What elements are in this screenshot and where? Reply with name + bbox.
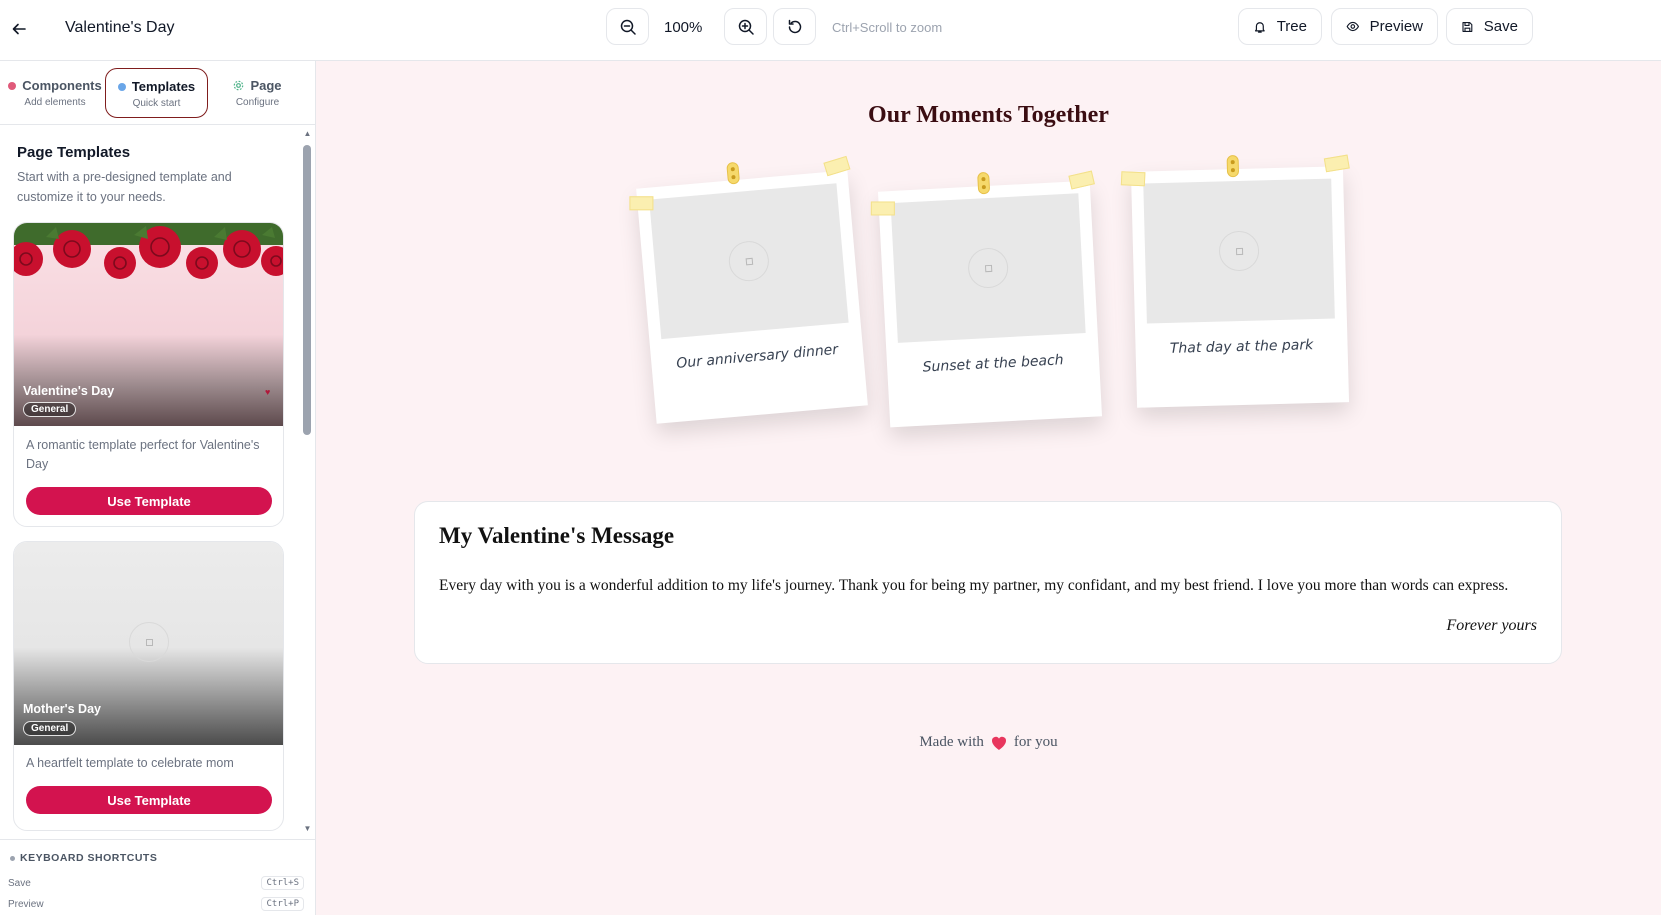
photo-caption: Our anniversary dinner — [675, 341, 839, 372]
tape-decoration — [1323, 154, 1350, 173]
shortcut-keys: Ctrl+S — [261, 876, 304, 890]
panel-description: Start with a pre-designed template and c… — [17, 170, 232, 204]
template-thumbnail: Mother's Day General — [14, 542, 283, 745]
scroll-up-icon[interactable]: ▲ — [303, 129, 312, 138]
arrow-left-icon — [12, 23, 26, 35]
image-placeholder-icon — [129, 622, 169, 662]
shortcut-label: Save — [8, 878, 31, 889]
moments-title: Our Moments Together — [868, 102, 1109, 128]
tab-sublabel: Quick start — [132, 98, 181, 109]
photo-placeholder — [649, 183, 849, 340]
zoom-in-button[interactable] — [724, 8, 767, 45]
photo-card[interactable]: That day at the park — [1120, 154, 1350, 408]
footer-text-before: Made with — [919, 734, 984, 750]
template-description: A romantic template perfect for Valentin… — [26, 438, 260, 471]
photo-card[interactable]: Our anniversary dinner — [629, 155, 868, 424]
image-placeholder-icon — [967, 247, 1010, 290]
preview-button[interactable]: Preview — [1331, 8, 1438, 45]
bell-icon — [1254, 21, 1265, 33]
scroll-down-icon[interactable]: ▼ — [303, 824, 312, 833]
reset-zoom-button[interactable] — [773, 8, 816, 45]
template-name: Mother's Day — [23, 702, 101, 716]
tab-label: Components — [22, 78, 102, 93]
zoom-out-icon — [620, 19, 636, 35]
tape-decoration — [1068, 170, 1095, 190]
photo-caption: Sunset at the beach — [922, 352, 1064, 376]
sidebar: Components Add elements Templates Quick … — [0, 61, 316, 915]
template-name: Valentine's Day — [23, 384, 115, 398]
save-label: Save — [1483, 18, 1518, 35]
heart-icon — [991, 736, 1006, 750]
use-template-button[interactable]: Use Template — [26, 487, 272, 515]
shortcut-label: Preview — [8, 899, 44, 910]
pin-icon — [726, 161, 741, 185]
footer-text-after: for you — [1013, 734, 1058, 750]
scrollbar-thumb[interactable] — [303, 145, 311, 435]
shortcuts-title: KEYBOARD SHORTCUTS — [20, 852, 158, 864]
roses-image — [14, 223, 283, 279]
tab-templates[interactable]: Templates Quick start — [105, 68, 208, 118]
tab-label: Page — [250, 78, 282, 93]
tape-decoration — [870, 201, 895, 216]
pin-icon — [977, 171, 991, 195]
zoom-level: 100% — [664, 19, 703, 36]
templates-dot-icon — [117, 82, 126, 91]
message-title: My Valentine's Message — [439, 523, 675, 548]
tab-sublabel: Configure — [235, 97, 280, 108]
zoom-out-button[interactable] — [606, 8, 649, 45]
components-dot-icon — [8, 81, 17, 90]
template-thumbnail: ♥ Valentine's Day General — [14, 223, 283, 426]
tape-decoration — [823, 155, 851, 177]
top-bar: Valentine's Day 100% Ctrl+Scroll to zoom… — [0, 0, 1661, 61]
page-footer: Made with for you — [316, 734, 1661, 751]
tab-sublabel: Add elements — [24, 97, 86, 108]
zoom-hint: Ctrl+Scroll to zoom — [832, 20, 943, 35]
document-title: Valentine's Day — [65, 19, 175, 36]
photo-caption: That day at the park — [1169, 337, 1314, 357]
tape-decoration — [1120, 171, 1146, 187]
message-card[interactable]: My Valentine's Message Every day with yo… — [414, 501, 1562, 664]
eye-icon — [1346, 21, 1360, 32]
pin-icon — [1226, 154, 1240, 178]
back-button[interactable] — [6, 16, 32, 42]
photo-card[interactable]: Sunset at the beach — [870, 170, 1103, 428]
photo-placeholder — [1143, 178, 1335, 324]
tree-button[interactable]: Tree — [1238, 8, 1322, 45]
use-template-button[interactable]: Use Template — [26, 786, 272, 814]
tab-components[interactable]: Components Add elements — [4, 68, 106, 118]
template-card-valentines[interactable]: ♥ Valentine's Day General A romantic tem… — [13, 222, 284, 527]
keyboard-shortcuts: KEYBOARD SHORTCUTS Save Ctrl+S Preview C… — [0, 839, 315, 915]
bullet-icon — [10, 855, 15, 861]
panel-title: Page Templates — [17, 144, 131, 161]
image-placeholder-icon — [1218, 230, 1260, 272]
message-body: Every day with you is a wonderful additi… — [439, 577, 1509, 594]
save-icon — [1462, 21, 1473, 32]
editor-canvas[interactable]: Our Moments Together Our anniversary din… — [316, 61, 1661, 915]
template-badge: General — [23, 721, 77, 736]
gear-icon — [234, 80, 244, 91]
shortcut-row: Save Ctrl+S — [8, 876, 304, 890]
tree-label: Tree — [1276, 18, 1307, 35]
image-placeholder-icon — [727, 239, 771, 283]
tape-decoration — [629, 196, 654, 211]
tab-label: Templates — [131, 79, 196, 94]
shortcut-row: Preview Ctrl+P — [8, 897, 304, 911]
rotate-ccw-icon — [788, 19, 801, 33]
preview-label: Preview — [1369, 18, 1423, 35]
photo-placeholder — [890, 193, 1086, 343]
tab-page[interactable]: Page Configure — [210, 68, 305, 118]
save-button[interactable]: Save — [1446, 8, 1533, 45]
templates-panel: Page Templates Start with a pre-designed… — [0, 126, 302, 836]
zoom-in-icon — [738, 19, 754, 35]
heart-icon: ♥ — [265, 387, 271, 397]
template-badge: General — [23, 402, 77, 417]
shortcut-keys: Ctrl+P — [261, 897, 304, 911]
template-description: A heartfelt template to celebrate mom — [26, 756, 234, 770]
message-signature: Forever yours — [1446, 617, 1538, 634]
template-card-mothers[interactable]: Mother's Day General A heartfelt templat… — [13, 541, 284, 831]
sidebar-tabs: Components Add elements Templates Quick … — [0, 61, 315, 125]
